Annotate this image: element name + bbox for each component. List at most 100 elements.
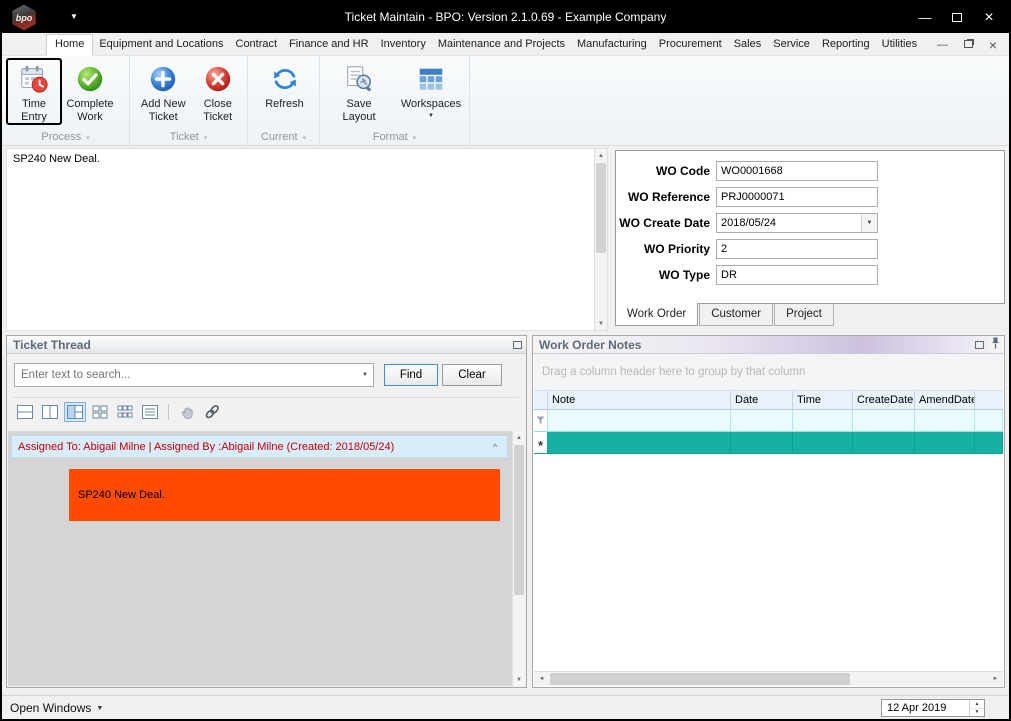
tab-finance-and-hr[interactable]: Finance and HR	[283, 34, 375, 55]
date-picker[interactable]: ▲ ▼	[881, 699, 985, 717]
new-cell-time[interactable]	[793, 432, 853, 454]
description-scrollbar[interactable]: ▲ ▼	[594, 149, 607, 330]
open-windows-button[interactable]: Open Windows ▼	[10, 701, 103, 715]
spinner-up-icon[interactable]: ▲	[970, 700, 984, 709]
scroll-left-icon[interactable]: ◄	[534, 672, 549, 686]
tab-inventory[interactable]: Inventory	[375, 34, 432, 55]
thread-view-flat-icon[interactable]	[14, 402, 36, 422]
thread-view-tiles-icon[interactable]	[89, 402, 111, 422]
wo-create-date-input[interactable]	[717, 214, 861, 232]
panel-restore-icon[interactable]	[975, 340, 984, 349]
time-entry-button[interactable]: Time Entry	[6, 58, 62, 126]
wo-create-date-dropdown-icon[interactable]: ▼	[861, 214, 877, 232]
date-picker-input[interactable]	[882, 700, 969, 716]
new-cell-note[interactable]	[548, 432, 731, 454]
notes-new-row[interactable]: *	[534, 432, 1003, 454]
document-close-button[interactable]: ×	[989, 38, 997, 52]
description-textarea[interactable]: SP240 New Deal. ▲ ▼	[6, 148, 608, 331]
new-row-indicator: *	[534, 432, 548, 454]
thread-scrollbar[interactable]: ▲ ▼	[512, 431, 525, 686]
wo-type-input[interactable]	[717, 266, 877, 284]
tab-work-order[interactable]: Work Order	[615, 303, 699, 326]
quick-access-dropdown-icon[interactable]: ▼	[70, 12, 78, 21]
scroll-up-icon[interactable]: ▲	[513, 431, 525, 444]
scroll-down-icon[interactable]: ▼	[595, 317, 607, 330]
tab-reporting[interactable]: Reporting	[816, 34, 876, 55]
group-by-area[interactable]: Drag a column header here to group by th…	[534, 354, 1003, 391]
filter-cell-createdate[interactable]	[853, 410, 915, 432]
wo-reference-field[interactable]	[716, 187, 878, 207]
collapse-message-icon[interactable]: ^	[487, 439, 503, 455]
new-cell-date[interactable]	[731, 432, 793, 454]
tab-equipment-and-locations[interactable]: Equipment and Locations	[93, 34, 229, 55]
refresh-button[interactable]: Refresh	[255, 58, 315, 124]
thread-view-columns-icon[interactable]	[39, 402, 61, 422]
filter-cell-amenddate[interactable]	[915, 410, 975, 432]
tab-project[interactable]: Project	[774, 304, 834, 326]
scroll-down-icon[interactable]: ▼	[513, 673, 525, 686]
thread-search-input[interactable]	[15, 364, 357, 386]
tab-sales[interactable]: Sales	[728, 34, 768, 55]
clear-button[interactable]: Clear	[442, 364, 502, 386]
pan-hand-icon[interactable]	[176, 402, 198, 422]
save-layout-button[interactable]: Save Layout	[328, 58, 390, 125]
wo-type-field[interactable]	[716, 265, 878, 285]
close-ticket-button[interactable]: Close Ticket	[191, 58, 246, 125]
thread-view-grid-icon[interactable]	[114, 402, 136, 422]
scroll-thumb[interactable]	[550, 673, 850, 685]
complete-work-label: Complete Work	[66, 98, 114, 123]
tab-home[interactable]: Home	[46, 34, 94, 56]
column-header-note[interactable]: Note	[548, 391, 731, 410]
thread-search-field[interactable]: ▼	[14, 363, 374, 387]
document-restore-button[interactable]	[963, 40, 973, 50]
thread-view-split-icon[interactable]	[64, 402, 86, 422]
spinner-down-icon[interactable]: ▼	[970, 709, 984, 717]
tab-contract[interactable]: Contract	[230, 34, 284, 55]
refresh-label: Refresh	[265, 98, 304, 110]
find-button[interactable]: Find	[384, 364, 438, 386]
column-header-date[interactable]: Date	[731, 391, 793, 410]
tab-maintenance-and-projects[interactable]: Maintenance and Projects	[432, 34, 571, 55]
column-header-amenddate[interactable]: AmendDate	[915, 391, 975, 410]
wo-priority-input[interactable]	[717, 240, 877, 258]
add-new-ticket-button[interactable]: Add New Ticket	[136, 58, 191, 125]
maximize-button[interactable]	[941, 2, 973, 33]
wo-priority-field[interactable]	[716, 239, 878, 259]
tab-procurement[interactable]: Procurement	[653, 34, 728, 55]
workspaces-button[interactable]: Workspaces ▼	[398, 58, 464, 124]
filter-cell-date[interactable]	[731, 410, 793, 432]
filter-cell-time[interactable]	[793, 410, 853, 432]
column-header-createdate[interactable]: CreateDate	[853, 391, 915, 410]
link-icon[interactable]	[201, 402, 223, 422]
scroll-thumb[interactable]	[596, 163, 606, 253]
panel-maximize-icon[interactable]	[513, 340, 522, 349]
wo-create-date-field[interactable]: ▼	[716, 213, 878, 233]
tab-customer[interactable]: Customer	[699, 304, 774, 326]
tab-utilities[interactable]: Utilities	[876, 34, 923, 55]
thread-message-body[interactable]: SP240 New Deal.	[69, 469, 500, 521]
wo-code-field[interactable]	[716, 161, 878, 181]
scroll-up-icon[interactable]: ▲	[595, 149, 607, 162]
wo-code-input[interactable]	[717, 162, 877, 180]
document-minimize-button[interactable]: —	[937, 40, 948, 51]
scroll-right-icon[interactable]: ►	[988, 672, 1003, 686]
search-dropdown-icon[interactable]: ▼	[357, 364, 373, 386]
status-bar: Open Windows ▼ ▲ ▼	[2, 695, 1009, 719]
filter-cell-note[interactable]	[548, 410, 731, 432]
minimize-button[interactable]: —	[909, 2, 941, 33]
complete-work-button[interactable]: Complete Work	[62, 58, 118, 125]
close-button[interactable]: ×	[973, 2, 1005, 33]
new-cell-amenddate[interactable]	[915, 432, 975, 454]
notes-horizontal-scrollbar[interactable]: ◄ ►	[534, 671, 1003, 686]
wo-reference-input[interactable]	[717, 188, 877, 206]
thread-message-header[interactable]: Assigned To: Abigail Milne | Assigned By…	[11, 435, 508, 458]
tab-service[interactable]: Service	[767, 34, 816, 55]
pin-icon[interactable]	[991, 336, 1000, 354]
ribbon: Time Entry Complete Work Process ▾ Add N…	[2, 56, 1009, 146]
thread-view-list-icon[interactable]	[139, 402, 161, 422]
new-cell-createdate[interactable]	[853, 432, 915, 454]
column-header-time[interactable]: Time	[793, 391, 853, 410]
scroll-thumb[interactable]	[514, 445, 524, 595]
tab-manufacturing[interactable]: Manufacturing	[571, 34, 653, 55]
window-title: Ticket Maintain - BPO: Version 2.1.0.69 …	[344, 10, 667, 24]
